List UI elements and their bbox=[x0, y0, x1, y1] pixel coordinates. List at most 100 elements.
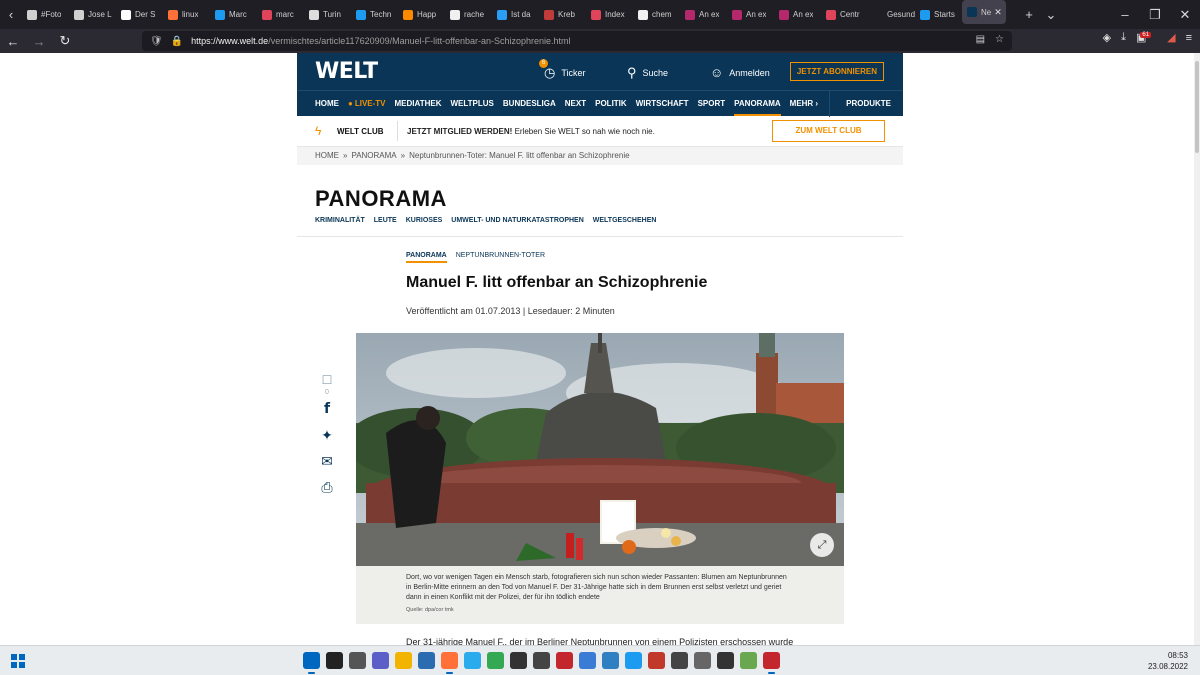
taskbar-app-icon[interactable] bbox=[510, 652, 527, 669]
subnav-item[interactable]: LEUTE bbox=[374, 217, 397, 224]
expand-image-icon[interactable]: ⤢ bbox=[810, 533, 834, 557]
url-text[interactable]: https://www.welt.de/vermischtes/article1… bbox=[191, 36, 570, 46]
browser-tab[interactable]: Centr bbox=[821, 0, 868, 29]
nav-item-produkte[interactable]: PRODUKTE bbox=[846, 99, 891, 108]
subnav-item[interactable]: WELTGESCHEHEN bbox=[593, 217, 657, 224]
facebook-icon[interactable]: f bbox=[317, 401, 337, 427]
taskbar-app-icon[interactable] bbox=[487, 652, 504, 669]
browser-tab[interactable]: Kreb bbox=[539, 0, 586, 29]
nav-item-weltplus[interactable]: WELTPLUS bbox=[450, 99, 493, 108]
breadcrumb-item[interactable]: HOME bbox=[315, 151, 339, 160]
nav-item-mediathek[interactable]: MEDIATHEK bbox=[395, 99, 442, 108]
extension-red-icon[interactable]: ◢ bbox=[1167, 31, 1175, 44]
pocket-icon[interactable]: ◈ bbox=[1103, 31, 1111, 44]
welt-logo[interactable]: WELT bbox=[315, 59, 378, 84]
taskbar-app-icon[interactable] bbox=[717, 652, 734, 669]
taskbar-app-icon[interactable] bbox=[602, 652, 619, 669]
taskbar-app-icon[interactable] bbox=[579, 652, 596, 669]
kicker-topic[interactable]: NEPTUNBRUNNEN-TOTER bbox=[456, 252, 545, 263]
taskbar-app-icon[interactable] bbox=[533, 652, 550, 669]
article-photo[interactable]: ⤢ bbox=[356, 333, 844, 566]
scrollbar-thumb[interactable] bbox=[1195, 61, 1199, 153]
browser-tab[interactable]: An ex bbox=[680, 0, 727, 29]
taskbar-app-icon[interactable] bbox=[418, 652, 435, 669]
browser-tab[interactable]: rache bbox=[445, 0, 492, 29]
kicker-section[interactable]: PANORAMA bbox=[406, 252, 447, 263]
browser-tab[interactable]: An ex bbox=[727, 0, 774, 29]
browser-tab[interactable]: Ne ✕ bbox=[962, 0, 1006, 24]
restore-icon[interactable]: ❐ bbox=[1140, 7, 1170, 23]
subnav-item[interactable]: KRIMINALITÄT bbox=[315, 217, 365, 224]
login-link[interactable]: ☺ Anmelden bbox=[710, 65, 770, 80]
subscribe-button[interactable]: JETZT ABONNIEREN bbox=[789, 62, 884, 81]
page-scrollbar[interactable] bbox=[1194, 53, 1200, 645]
extension-icon[interactable]: ▣61 bbox=[1136, 31, 1157, 44]
browser-tab[interactable]: Gesundw bbox=[868, 0, 915, 29]
taskbar-app-icon[interactable] bbox=[464, 652, 481, 669]
taskbar-app-icon[interactable] bbox=[694, 652, 711, 669]
nav-item-politik[interactable]: POLITIK bbox=[595, 99, 627, 108]
browser-tab[interactable]: Marc bbox=[210, 0, 257, 29]
tab-scroll-left-icon[interactable]: ‹ bbox=[0, 0, 22, 29]
system-clock[interactable]: 08:53 23.08.2022 bbox=[1148, 650, 1188, 672]
browser-tab[interactable]: Happ bbox=[398, 0, 445, 29]
browser-tab[interactable]: #Foto bbox=[22, 0, 69, 29]
taskbar-app-icon[interactable] bbox=[648, 652, 665, 669]
comment-icon[interactable]: ☐ bbox=[317, 373, 337, 389]
nav-item-home[interactable]: HOME bbox=[315, 99, 339, 108]
browser-tab[interactable]: Ist da bbox=[492, 0, 539, 29]
nav-item-next[interactable]: NEXT bbox=[565, 99, 586, 108]
close-window-icon[interactable]: ✕ bbox=[1170, 7, 1200, 23]
reader-view-icon[interactable]: ▤ bbox=[976, 34, 985, 45]
bookmark-star-icon[interactable]: ☆ bbox=[995, 34, 1004, 45]
browser-tab[interactable]: Der S bbox=[116, 0, 163, 29]
taskbar-app-icon[interactable] bbox=[372, 652, 389, 669]
minimize-icon[interactable]: – bbox=[1110, 7, 1140, 23]
forward-icon[interactable]: → bbox=[26, 34, 52, 49]
taskbar-app-icon[interactable] bbox=[556, 652, 573, 669]
twitter-icon[interactable]: ✦ bbox=[317, 427, 337, 453]
shield-icon[interactable]: 🛡 bbox=[150, 36, 163, 47]
nav-item-bundesliga[interactable]: BUNDESLIGA bbox=[503, 99, 556, 108]
subnav-item[interactable]: UMWELT- UND NATURKATASTROPHEN bbox=[451, 217, 583, 224]
taskbar-app-icon[interactable] bbox=[395, 652, 412, 669]
browser-tab[interactable]: An ex bbox=[774, 0, 821, 29]
taskbar-app-icon[interactable] bbox=[763, 652, 780, 674]
new-tab-button[interactable]: + bbox=[1018, 0, 1040, 29]
browser-tab[interactable]: Turin bbox=[304, 0, 351, 29]
address-bar[interactable]: 🛡 🔒 https://www.welt.de/vermischtes/arti… bbox=[142, 31, 1012, 51]
menu-icon[interactable]: ≡ bbox=[1186, 32, 1192, 44]
browser-tab[interactable]: Jose L bbox=[69, 0, 116, 29]
lock-icon[interactable]: 🔒 bbox=[171, 36, 183, 47]
browser-tab[interactable]: Techn bbox=[351, 0, 398, 29]
taskbar-app-icon[interactable] bbox=[303, 652, 320, 674]
browser-tab[interactable]: linux bbox=[163, 0, 210, 29]
browser-tab[interactable]: Index bbox=[586, 0, 633, 29]
club-button[interactable]: ZUM WELT CLUB bbox=[772, 120, 885, 142]
close-tab-icon[interactable]: ✕ bbox=[994, 7, 1002, 18]
taskbar-app-icon[interactable] bbox=[349, 652, 366, 669]
email-icon[interactable]: ✉ bbox=[317, 453, 337, 479]
tab-list-dropdown-icon[interactable]: ⌄ bbox=[1040, 0, 1062, 29]
nav-item-wirtschaft[interactable]: WIRTSCHAFT bbox=[636, 99, 689, 108]
downloads-icon[interactable]: ⤓ bbox=[1121, 31, 1126, 44]
widgets-icon[interactable] bbox=[11, 654, 25, 668]
taskbar-app-icon[interactable] bbox=[441, 652, 458, 674]
nav-item-panorama[interactable]: PANORAMA bbox=[734, 99, 781, 116]
breadcrumb-item[interactable]: PANORAMA bbox=[351, 151, 396, 160]
browser-tab[interactable]: chem bbox=[633, 0, 680, 29]
browser-tab[interactable]: Starts bbox=[915, 0, 962, 29]
print-icon[interactable]: ⎙ bbox=[317, 479, 337, 505]
taskbar-app-icon[interactable] bbox=[671, 652, 688, 669]
nav-item-sport[interactable]: SPORT bbox=[698, 99, 726, 108]
subnav-item[interactable]: KURIOSES bbox=[406, 217, 443, 224]
nav-item-live-tv[interactable]: LIVE-TV bbox=[348, 99, 386, 108]
taskbar-app-icon[interactable] bbox=[740, 652, 757, 669]
search-link[interactable]: ⚲ Suche bbox=[627, 65, 668, 81]
nav-item-mehr[interactable]: MEHR › bbox=[790, 99, 818, 108]
back-icon[interactable]: ← bbox=[0, 34, 26, 49]
browser-tab[interactable]: marc bbox=[257, 0, 304, 29]
taskbar-app-icon[interactable] bbox=[326, 652, 343, 669]
reload-icon[interactable]: ↻ bbox=[52, 33, 78, 49]
ticker-link[interactable]: ◷ 6 Ticker bbox=[539, 59, 586, 81]
